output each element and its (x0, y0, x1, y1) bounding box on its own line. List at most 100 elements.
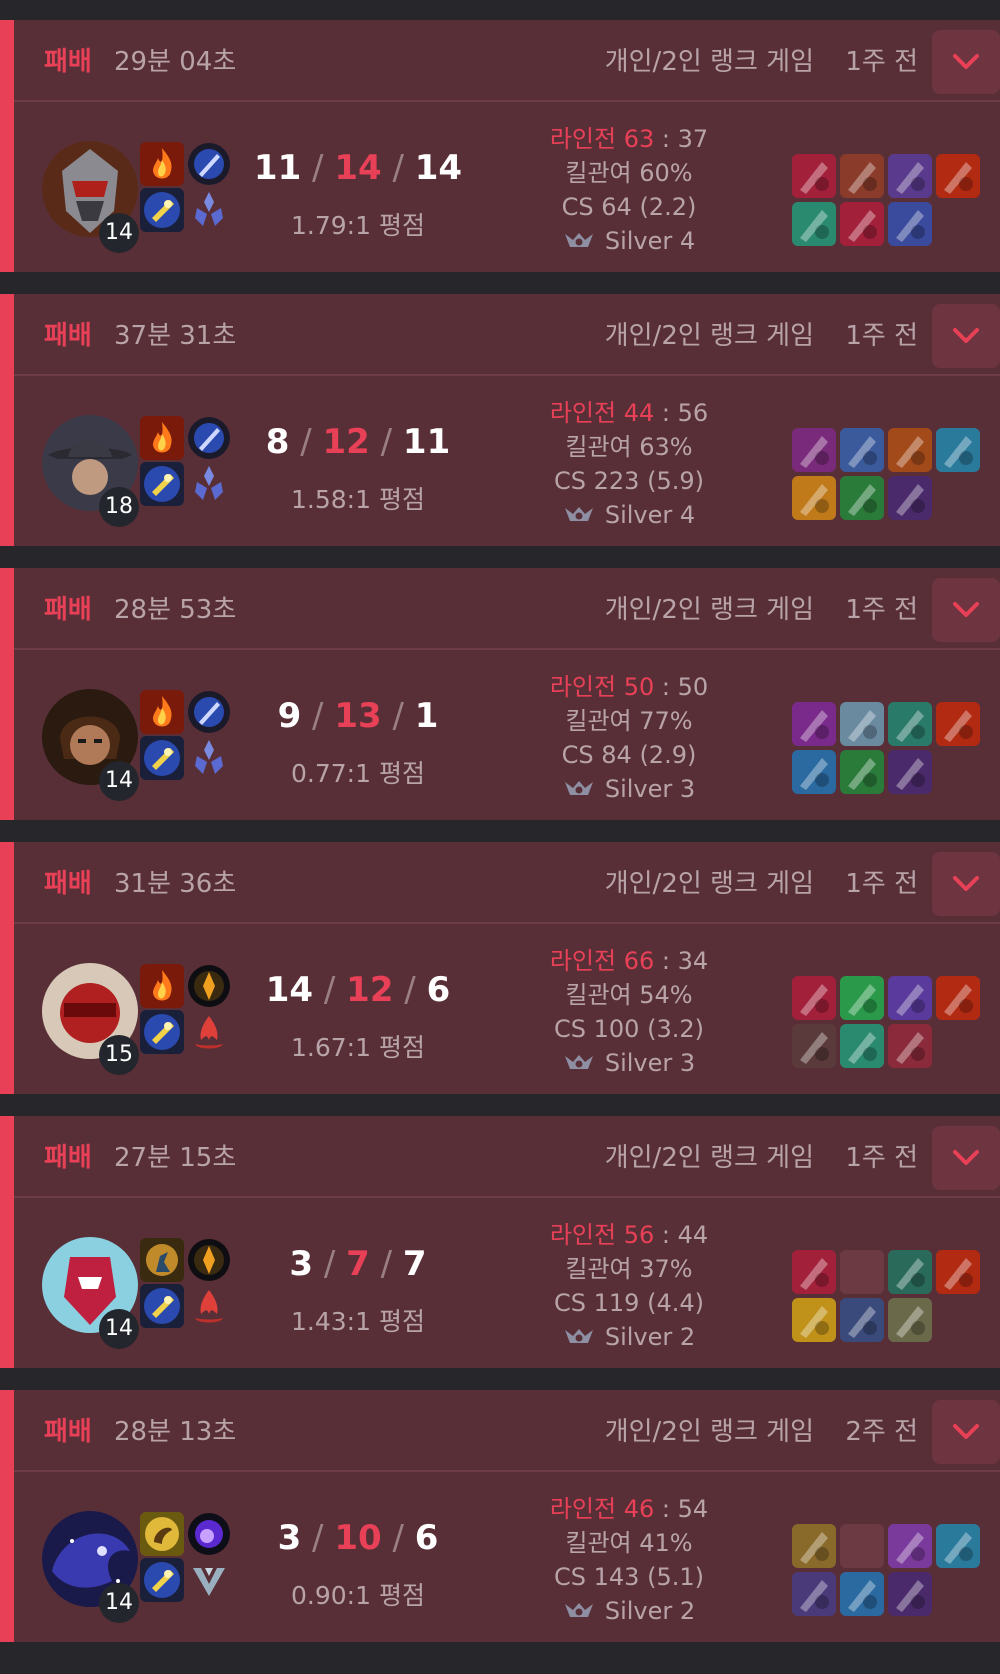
item-slot-6[interactable] (840, 1298, 884, 1342)
item-slot-7[interactable] (888, 1024, 932, 1068)
expand-button[interactable] (932, 1126, 1000, 1190)
loss-indicator-bar (0, 1390, 14, 1642)
item-slot-3[interactable] (888, 1524, 932, 1568)
secondary-rune[interactable] (187, 188, 231, 232)
keystone-rune[interactable] (187, 416, 231, 460)
keystone-rune[interactable] (187, 690, 231, 734)
match-card[interactable]: 패배 28분 53초 개인/2인 랭크 게임 1주 전 14 9 / 13 / … (0, 568, 1000, 820)
summoner-spell-2[interactable] (140, 1284, 184, 1328)
electrocute-rune-icon (188, 1239, 230, 1281)
item-slot-6[interactable] (840, 1572, 884, 1616)
expand-button[interactable] (932, 304, 1000, 368)
item-slot-4[interactable] (936, 428, 980, 472)
item-slot-5[interactable] (792, 476, 836, 520)
item-slot-4[interactable] (936, 1250, 980, 1294)
item-slot-2[interactable] (840, 976, 884, 1020)
item-slot-6[interactable] (840, 750, 884, 794)
item-slot-7[interactable] (888, 1572, 932, 1616)
item-slot-4[interactable] (936, 154, 980, 198)
tier-row: Silver 2 (504, 1320, 754, 1354)
summoner-spell-1[interactable] (140, 416, 184, 460)
item-slot-1[interactable] (792, 154, 836, 198)
summoner-spell-2[interactable] (140, 1010, 184, 1054)
summoner-spell-1[interactable] (140, 142, 184, 186)
kda-ratio: 1.79:1 평점 (291, 211, 425, 240)
item-slot-5[interactable] (792, 750, 836, 794)
item-slot-3[interactable] (888, 976, 932, 1020)
summoner-spell-1[interactable] (140, 690, 184, 734)
keystone-rune[interactable] (187, 142, 231, 186)
flash-icon (140, 736, 184, 780)
expand-button[interactable] (932, 578, 1000, 642)
item-slot-6[interactable] (840, 1024, 884, 1068)
item-slot-4[interactable] (936, 976, 980, 1020)
secondary-rune[interactable] (187, 462, 231, 506)
keystone-rune[interactable] (187, 1238, 231, 1282)
keystone-rune[interactable] (187, 964, 231, 1008)
match-card[interactable]: 패배 37분 31초 개인/2인 랭크 게임 1주 전 18 8 / 12 / … (0, 294, 1000, 546)
summoner-spell-1[interactable] (140, 1512, 184, 1556)
item-slot-1[interactable] (792, 1524, 836, 1568)
secondary-rune[interactable] (187, 1284, 231, 1328)
match-card[interactable]: 패배 27분 15초 개인/2인 랭크 게임 1주 전 14 3 / 7 / 7… (0, 1116, 1000, 1368)
item-slot-1[interactable] (792, 702, 836, 746)
secondary-rune[interactable] (187, 1558, 231, 1602)
summoner-spell-1[interactable] (140, 1238, 184, 1282)
tier-rank: Silver 2 (604, 1597, 696, 1625)
match-card[interactable]: 패배 28분 13초 개인/2인 랭크 게임 2주 전 14 3 / 10 / … (0, 1390, 1000, 1642)
item-slot-3[interactable] (888, 1250, 932, 1294)
sorcery-rune-icon (195, 740, 223, 774)
match-result: 패배 (44, 47, 92, 77)
item-slot-7[interactable] (888, 476, 932, 520)
champion-level-badge: 14 (99, 1309, 139, 1349)
item-slot-6[interactable] (840, 476, 884, 520)
item-slot-3[interactable] (888, 702, 932, 746)
item-slot-3[interactable] (888, 428, 932, 472)
tier-rank: Silver 4 (604, 227, 696, 255)
lane-result: 라인전 56 : 44 (549, 1221, 709, 1249)
summoner-spell-2[interactable] (140, 736, 184, 780)
summoner-spell-2[interactable] (140, 462, 184, 506)
expand-button[interactable] (932, 30, 1000, 94)
champion-level-badge: 14 (99, 1583, 139, 1623)
secondary-rune[interactable] (187, 736, 231, 780)
sorcery-rune-icon (195, 192, 223, 226)
item-slot-4[interactable] (936, 1524, 980, 1568)
tier-emblem-icon (564, 781, 593, 795)
expand-button[interactable] (932, 852, 1000, 916)
item-slot-2[interactable] (840, 702, 884, 746)
item-slot-4[interactable] (936, 702, 980, 746)
item-slot-5[interactable] (792, 202, 836, 246)
item-slot-1[interactable] (792, 1250, 836, 1294)
item-slot-7[interactable] (888, 202, 932, 246)
summoner-spell-2[interactable] (140, 1558, 184, 1602)
creep-score: CS 119 (4.4) (554, 1289, 704, 1317)
item-slot-2[interactable] (840, 154, 884, 198)
summoner-spell-2[interactable] (140, 188, 184, 232)
lane-result: 라인전 66 : 34 (549, 947, 709, 975)
kills: 14 (265, 970, 314, 1010)
item-slot-5[interactable] (792, 1298, 836, 1342)
item-slot-5[interactable] (792, 1572, 836, 1616)
item-slot-7[interactable] (888, 750, 932, 794)
assists: 6 (414, 1518, 439, 1558)
item-slot-1[interactable] (792, 976, 836, 1020)
match-body: 18 8 / 12 / 11 1.58:1 평점 라인전 44 : 56 킬관여… (14, 376, 1000, 546)
item-slot-5[interactable] (792, 1024, 836, 1068)
match-card[interactable]: 패배 29분 04초 개인/2인 랭크 게임 1주 전 14 11 / 14 /… (0, 20, 1000, 272)
match-card[interactable]: 패배 31분 36초 개인/2인 랭크 게임 1주 전 15 14 / 12 /… (0, 842, 1000, 1094)
kda-ratio: 1.67:1 평점 (291, 1033, 425, 1062)
item-slot-7[interactable] (888, 1298, 932, 1342)
item-slot-1[interactable] (792, 428, 836, 472)
expand-button[interactable] (932, 1400, 1000, 1464)
item-slot-6[interactable] (840, 202, 884, 246)
keystone-rune[interactable] (187, 1512, 231, 1556)
item-slot-2[interactable] (840, 428, 884, 472)
match-header: 패배 28분 13초 개인/2인 랭크 게임 2주 전 (14, 1390, 1000, 1472)
item-slot-3[interactable] (888, 154, 932, 198)
secondary-rune[interactable] (187, 1010, 231, 1054)
creep-score: CS 223 (5.9) (554, 467, 704, 495)
match-stats: 라인전 56 : 44 킬관여 37% CS 119 (4.4) Silver … (504, 1218, 754, 1354)
flash-icon (140, 1558, 184, 1602)
summoner-spell-1[interactable] (140, 964, 184, 1008)
